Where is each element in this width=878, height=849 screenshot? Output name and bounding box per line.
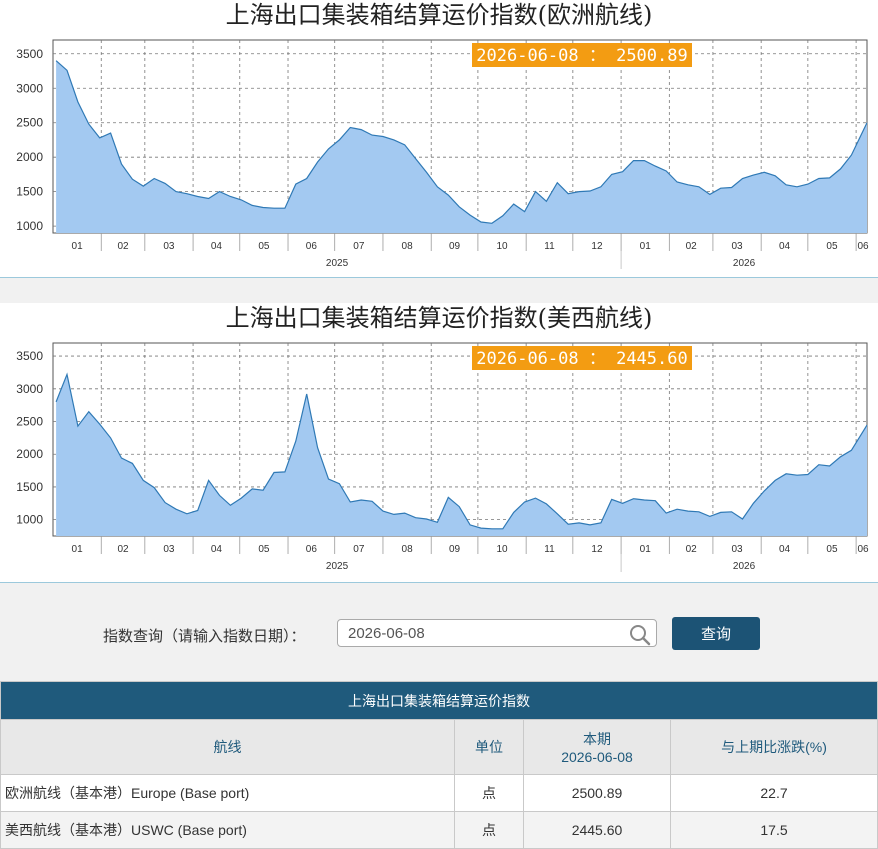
x-month-label: 06 xyxy=(857,241,869,252)
chart-title-uswc: 上海出口集装箱结算运价指数(美西航线) xyxy=(225,304,653,332)
x-month-label: 02 xyxy=(117,241,129,252)
x-month-label: 03 xyxy=(163,241,175,252)
query-button[interactable]: 查询 xyxy=(672,617,760,650)
x-month-label: 08 xyxy=(402,544,414,555)
col-header-current-label: 本期 xyxy=(583,731,611,747)
col-header-unit: 单位 xyxy=(454,719,524,775)
col-header-current-date: 2026-06-08 xyxy=(561,749,633,765)
search-icon[interactable] xyxy=(628,623,652,647)
x-month-label: 04 xyxy=(779,241,791,252)
col-header-current: 本期 2026-06-08 xyxy=(523,719,671,775)
query-label: 指数查询（请输入指数日期）： xyxy=(103,628,306,645)
x-month-label: 10 xyxy=(496,241,508,252)
y-tick-label: 2000 xyxy=(16,447,43,461)
x-month-label: 02 xyxy=(686,544,698,555)
y-tick-label: 3000 xyxy=(16,81,43,95)
x-month-label: 04 xyxy=(779,544,791,555)
route-cell: 欧洲航线（基本港）Europe (Base port) xyxy=(0,774,455,812)
chart-panel-uswc: 1000 1500 2000 2500 3000 3500 01 02 03 04 05 06 07 08… xyxy=(0,303,878,580)
x-month-label: 05 xyxy=(258,544,270,555)
chart-panel-europe: 1000 1500 2000 2500 3000 3500 01 02 03 04 05 06 07 08… xyxy=(0,0,878,277)
col-header-change: 与上期比涨跌(%) xyxy=(670,719,878,775)
date-input[interactable] xyxy=(337,619,657,647)
x-month-label: 03 xyxy=(731,544,743,555)
y-tick-label: 2000 xyxy=(16,150,43,164)
x-month-label: 04 xyxy=(211,544,223,555)
x-month-label: 12 xyxy=(591,241,603,252)
x-month-label: 06 xyxy=(306,241,318,252)
y-tick-label: 3500 xyxy=(16,47,43,61)
value-cell: 2500.89 xyxy=(523,774,671,812)
index-table: 上海出口集装箱结算运价指数 航线 单位 本期 2026-06-08 与上期比涨跌… xyxy=(0,681,878,849)
x-year-label: 2025 xyxy=(326,561,349,572)
y-tick-label: 1500 xyxy=(16,185,43,199)
tooltip-text: 2026-06-08 ： 2500.89 xyxy=(476,46,687,66)
col-header-route: 航线 xyxy=(0,719,455,775)
tooltip-text: 2026-06-08 ： 2445.60 xyxy=(476,349,687,369)
unit-cell: 点 xyxy=(454,774,524,812)
europe-chart-svg: 1000 1500 2000 2500 3000 3500 01 02 03 04 05 06 07 08… xyxy=(16,39,869,269)
chart-title-europe: 上海出口集装箱结算运价指数(欧洲航线) xyxy=(225,1,653,29)
y-tick-label: 1000 xyxy=(16,219,43,233)
x-month-label: 08 xyxy=(402,241,414,252)
table-row: 美西航线（基本港）USWC (Base port) 点 2445.60 17.5 xyxy=(0,811,878,849)
x-month-label: 01 xyxy=(640,241,652,252)
table-row: 欧洲航线（基本港）Europe (Base port) 点 2500.89 22… xyxy=(0,774,878,812)
x-month-label: 02 xyxy=(686,241,698,252)
change-cell: 17.5 xyxy=(670,811,878,849)
table-title: 上海出口集装箱结算运价指数 xyxy=(0,681,878,720)
x-month-label: 09 xyxy=(449,544,461,555)
uswc-chart-svg: 1000 1500 2000 2500 3000 3500 01 02 03 04 05 06 07 08… xyxy=(16,342,869,572)
x-month-label: 12 xyxy=(591,544,603,555)
y-tick-label: 2500 xyxy=(16,116,43,130)
x-year-label: 2026 xyxy=(733,258,756,269)
x-month-label: 07 xyxy=(353,544,365,555)
x-month-label: 04 xyxy=(211,241,223,252)
x-month-label: 05 xyxy=(826,544,838,555)
x-year-label: 2026 xyxy=(733,561,756,572)
x-month-label: 09 xyxy=(449,241,461,252)
x-year-label: 2025 xyxy=(326,258,349,269)
value-cell: 2445.60 xyxy=(523,811,671,849)
x-month-label: 03 xyxy=(731,241,743,252)
x-month-label: 01 xyxy=(72,544,84,555)
y-tick-label: 3000 xyxy=(16,382,43,396)
x-month-label: 11 xyxy=(544,544,555,555)
x-month-label: 05 xyxy=(258,241,270,252)
change-cell: 22.7 xyxy=(670,774,878,812)
y-tick-label: 3500 xyxy=(16,349,43,363)
panel-separator xyxy=(0,277,878,304)
x-month-label: 10 xyxy=(496,544,508,555)
x-month-label: 06 xyxy=(306,544,318,555)
x-month-label: 11 xyxy=(544,241,555,252)
x-month-label: 02 xyxy=(117,544,129,555)
x-month-label: 05 xyxy=(826,241,838,252)
route-cell: 美西航线（基本港）USWC (Base port) xyxy=(0,811,455,849)
x-month-label: 01 xyxy=(72,241,84,252)
unit-cell: 点 xyxy=(454,811,524,849)
y-tick-label: 1500 xyxy=(16,480,43,494)
x-month-label: 06 xyxy=(857,544,869,555)
x-month-label: 01 xyxy=(640,544,652,555)
y-tick-label: 2500 xyxy=(16,415,43,429)
index-query-section: 指数查询（请输入指数日期）： 查询 xyxy=(0,582,878,683)
y-tick-label: 1000 xyxy=(16,513,43,527)
x-month-label: 07 xyxy=(353,241,365,252)
x-month-label: 03 xyxy=(163,544,175,555)
